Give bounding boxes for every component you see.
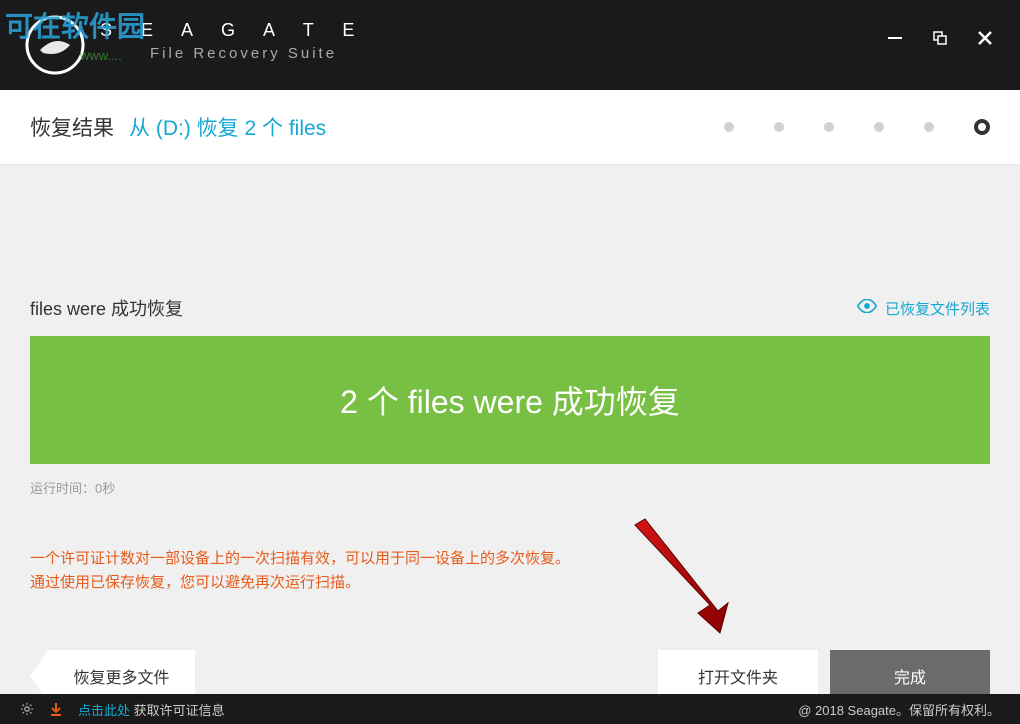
license-info-text: 获取许可证信息 [130, 703, 225, 718]
main-content: files were 成功恢复 已恢复文件列表 2 个 files were 成… [0, 165, 1020, 702]
titlebar: S E A G A T E File Recovery Suite [0, 0, 1020, 90]
runtime-text: 运行时间：0秒 [30, 478, 990, 497]
footer: 点击此处 获取许可证信息 @ 2018 Seagate。保留所有权利。 [0, 694, 1020, 724]
watermark-url: www.... [80, 48, 122, 63]
header-row: 恢复结果 从 (D:) 恢复 2 个 files [0, 90, 1020, 165]
progress-step-3 [824, 122, 834, 132]
copyright-text: @ 2018 Seagate。保留所有权利。 [798, 700, 1000, 719]
success-banner: 2 个 files were 成功恢复 [30, 336, 990, 464]
recovered-files-link[interactable]: 已恢复文件列表 [857, 298, 990, 319]
drive-info: 从 (D:) 恢复 2 个 files [129, 112, 326, 142]
license-line-2: 通过使用已保存恢复，您可以避免再次运行扫描。 [30, 571, 990, 595]
success-title: files were 成功恢复 [30, 295, 183, 321]
result-label: 恢复结果 [30, 112, 114, 142]
progress-step-6 [974, 119, 990, 135]
license-message: 一个许可证计数对一部设备上的一次扫描有效，可以用于同一设备上的多次恢复。 通过使… [30, 547, 990, 595]
product-name: File Recovery Suite [150, 45, 366, 62]
maximize-button[interactable] [930, 28, 950, 48]
close-button[interactable] [975, 28, 995, 48]
eye-icon [857, 299, 877, 317]
watermark-logo: 可在软件园 [5, 5, 145, 45]
click-here-link[interactable]: 点击此处 [78, 703, 130, 718]
window-controls [885, 28, 995, 48]
license-line-1: 一个许可证计数对一部设备上的一次扫描有效，可以用于同一设备上的多次恢复。 [30, 547, 990, 571]
recovered-link-text: 已恢复文件列表 [885, 298, 990, 319]
settings-gear-icon[interactable] [20, 702, 34, 716]
progress-step-4 [874, 122, 884, 132]
minimize-button[interactable] [885, 28, 905, 48]
progress-step-2 [774, 122, 784, 132]
download-icon[interactable] [49, 702, 63, 716]
progress-step-5 [924, 122, 934, 132]
progress-dots [724, 119, 990, 135]
progress-step-1 [724, 122, 734, 132]
